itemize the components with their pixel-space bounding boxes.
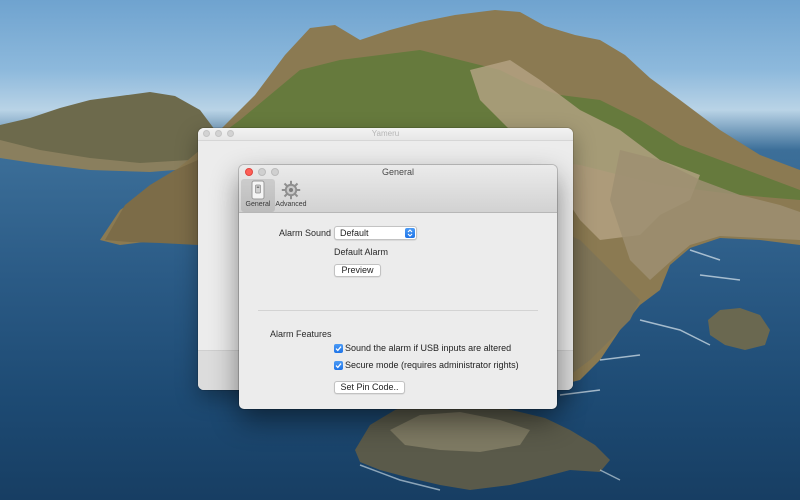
yameru-titlebar[interactable]: Yameru — [198, 128, 573, 141]
preferences-toolbar: General General Advanced — [239, 165, 557, 213]
usb-alarm-checkbox[interactable] — [334, 344, 343, 353]
secure-mode-checkbox-row[interactable]: Secure mode (requires administrator righ… — [334, 360, 534, 372]
section-divider — [258, 310, 538, 311]
chevron-updown-icon — [405, 228, 415, 238]
preferences-window: General General Advanced Alarm Sound Def… — [239, 165, 557, 409]
alarm-sound-value: Default — [340, 228, 369, 238]
usb-alarm-checkbox-row[interactable]: Sound the alarm if USB inputs are altere… — [334, 343, 524, 355]
alarm-sound-label: Alarm Sound — [279, 228, 332, 238]
set-pin-code-button[interactable]: Set Pin Code.. — [334, 381, 405, 394]
usb-alarm-label: Sound the alarm if USB inputs are altere… — [345, 343, 512, 353]
alarm-sound-description: Default Alarm — [334, 247, 389, 257]
alarm-sound-popup[interactable]: Default — [334, 226, 417, 240]
gear-icon — [281, 180, 301, 200]
secure-mode-label: Secure mode (requires administrator righ… — [345, 360, 519, 370]
window-title: General — [381, 167, 415, 177]
tab-general-label: General — [245, 201, 271, 208]
usb-drive-icon — [251, 180, 265, 200]
general-pane: Alarm Sound Default Default Alarm Previe… — [239, 214, 557, 409]
alarm-features-label: Alarm Features — [270, 329, 332, 339]
window-title: Yameru — [371, 129, 400, 138]
secure-mode-checkbox[interactable] — [334, 361, 343, 370]
tab-advanced[interactable]: Advanced — [274, 179, 308, 212]
tab-advanced-label: Advanced — [275, 201, 307, 208]
tab-general[interactable]: General — [241, 179, 275, 212]
preview-button[interactable]: Preview — [334, 264, 381, 277]
